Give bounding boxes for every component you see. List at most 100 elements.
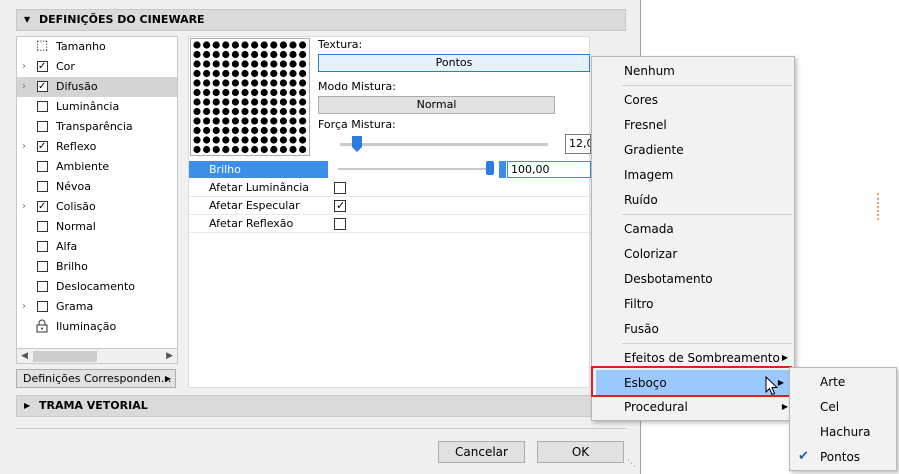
menu-item-desbotamento[interactable]: Desbotamento xyxy=(592,267,794,291)
tree-item-brilho[interactable]: Brilho xyxy=(17,257,177,277)
cineware-section-header[interactable]: ▼ DEFINIÇÕES DO CINEWARE xyxy=(16,9,626,31)
blend-mode-value: Normal xyxy=(416,98,457,111)
tree-item-normal[interactable]: Normal xyxy=(17,217,177,237)
submenu-item-hachura[interactable]: Hachura xyxy=(790,420,896,444)
checkbox[interactable] xyxy=(37,261,48,272)
menu-item-nenhum[interactable]: Nenhum xyxy=(592,59,794,83)
menu-item-fresnel[interactable]: Fresnel xyxy=(592,113,794,137)
dot xyxy=(299,136,307,144)
channel-tree[interactable]: ⬚ Tamanho › Cor › Difusão Luminância Tra… xyxy=(16,36,178,362)
tree-horizontal-scrollbar[interactable]: ◀ ▶ xyxy=(16,348,178,364)
vector-hatching-section-header[interactable]: ▶ TRAMA VETORIAL xyxy=(16,395,626,417)
tree-item-colisao[interactable]: › Colisão xyxy=(17,197,177,217)
blend-strength-input[interactable]: 12,00 xyxy=(565,134,591,154)
dot xyxy=(222,60,230,68)
dot xyxy=(279,41,287,49)
tree-item-ambiente[interactable]: Ambiente xyxy=(17,157,177,177)
checkbox[interactable] xyxy=(37,197,48,217)
menu-item-cores[interactable]: Cores xyxy=(592,88,794,112)
dots-pattern xyxy=(193,41,307,154)
menu-item-imagem[interactable]: Imagem xyxy=(592,163,794,187)
brightness-label-cell[interactable]: Brilho xyxy=(189,161,328,178)
submenu-item-arte[interactable]: Arte xyxy=(790,370,896,394)
menu-item-fusao[interactable]: Fusão xyxy=(592,317,794,341)
expand-arrow-icon[interactable]: › xyxy=(22,57,26,77)
focus-outline xyxy=(591,366,792,397)
resize-icon: ⬚ xyxy=(36,38,49,53)
expand-arrow-icon[interactable]: › xyxy=(22,77,26,97)
checkbox[interactable] xyxy=(37,301,48,312)
ok-button[interactable]: OK xyxy=(537,441,624,463)
dot xyxy=(193,88,201,97)
tree-item-transparencia[interactable]: Transparência xyxy=(17,117,177,137)
blend-strength-slider-thumb[interactable] xyxy=(351,136,362,152)
checkbox[interactable] xyxy=(37,161,48,172)
affect-reflection-checkbox[interactable] xyxy=(334,218,346,230)
tree-item-cor[interactable]: › Cor xyxy=(17,57,177,77)
blend-strength-slider-track[interactable] xyxy=(340,143,548,146)
drop-indicator xyxy=(877,193,879,220)
menu-item-camada[interactable]: Camada xyxy=(592,217,794,241)
menu-item-filtro[interactable]: Filtro xyxy=(592,292,794,316)
submenu-item-cel[interactable]: Cel xyxy=(790,395,896,419)
lock-icon xyxy=(36,319,48,337)
sketch-submenu[interactable]: Arte Cel Hachura ✔ Pontos xyxy=(789,367,897,471)
tree-item-label: Alfa xyxy=(56,240,78,253)
tree-item-grama[interactable]: › Grama xyxy=(17,297,177,317)
dot xyxy=(260,145,268,154)
property-row-affect-specular[interactable]: Afetar Especular xyxy=(189,197,591,215)
texture-dropdown[interactable]: Pontos xyxy=(318,54,590,72)
dot xyxy=(203,136,211,144)
expand-arrow-icon[interactable]: › xyxy=(22,297,26,317)
affect-luminance-checkbox[interactable] xyxy=(334,182,346,194)
submenu-item-pontos[interactable]: ✔ Pontos xyxy=(790,445,896,469)
cancel-button[interactable]: Cancelar xyxy=(438,441,525,463)
brightness-input[interactable]: 100,00 xyxy=(507,161,591,178)
menu-item-colorizar[interactable]: Colorizar xyxy=(592,242,794,266)
checkbox[interactable] xyxy=(37,241,48,252)
tree-item-alfa[interactable]: Alfa xyxy=(17,237,177,257)
tree-item-nevoa[interactable]: Névoa xyxy=(17,177,177,197)
checkbox[interactable] xyxy=(37,57,48,77)
tree-item-iluminacao[interactable]: Iluminação xyxy=(17,317,177,337)
checkbox[interactable] xyxy=(37,77,48,97)
property-row-affect-reflection[interactable]: Afetar Reflexão xyxy=(189,215,591,233)
dot xyxy=(212,98,220,106)
brightness-slider-track[interactable] xyxy=(338,168,490,170)
dot xyxy=(299,145,307,154)
matching-settings-button[interactable]: Definições Corresponden... ▶ xyxy=(16,369,176,388)
menu-item-gradiente[interactable]: Gradiente xyxy=(592,138,794,162)
tree-item-reflexo[interactable]: › Reflexo xyxy=(17,137,177,157)
scrollbar-thumb[interactable] xyxy=(33,351,97,362)
dot xyxy=(260,69,268,78)
dot xyxy=(270,41,278,49)
menu-item-procedural[interactable]: Procedural ▶ xyxy=(592,395,794,419)
tree-item-deslocamento[interactable]: Deslocamento xyxy=(17,277,177,297)
tree-item-difusao[interactable]: › Difusão xyxy=(17,77,177,97)
checkbox[interactable] xyxy=(37,181,48,192)
dot xyxy=(260,117,268,125)
tree-item-luminancia[interactable]: Luminância xyxy=(17,97,177,117)
tree-item-label: Difusão xyxy=(56,80,98,93)
expand-arrow-icon[interactable]: › xyxy=(22,197,26,217)
brightness-slider-thumb[interactable] xyxy=(485,161,495,177)
tree-item-tamanho[interactable]: ⬚ Tamanho xyxy=(17,37,177,57)
menu-item-ruido[interactable]: Ruído xyxy=(592,188,794,212)
dot xyxy=(289,79,297,87)
scroll-right-icon[interactable]: ▶ xyxy=(166,349,173,363)
blend-mode-dropdown[interactable]: Normal xyxy=(318,96,555,114)
checkbox[interactable] xyxy=(37,121,48,132)
menu-item-label: Desbotamento xyxy=(624,272,713,286)
checkbox[interactable] xyxy=(37,281,48,292)
submenu-arrow-icon: ▶ xyxy=(781,402,788,411)
checkbox[interactable] xyxy=(37,137,48,157)
dot xyxy=(193,136,201,144)
expand-arrow-icon[interactable]: › xyxy=(22,137,26,157)
scroll-left-icon[interactable]: ◀ xyxy=(21,349,28,363)
checkbox[interactable] xyxy=(37,221,48,232)
affect-specular-checkbox[interactable] xyxy=(334,197,346,215)
checkbox[interactable] xyxy=(37,101,48,112)
dot xyxy=(289,69,297,78)
property-row-affect-luminance[interactable]: Afetar Luminância xyxy=(189,179,591,197)
resize-grip-icon[interactable]: ⋱ xyxy=(627,459,637,469)
